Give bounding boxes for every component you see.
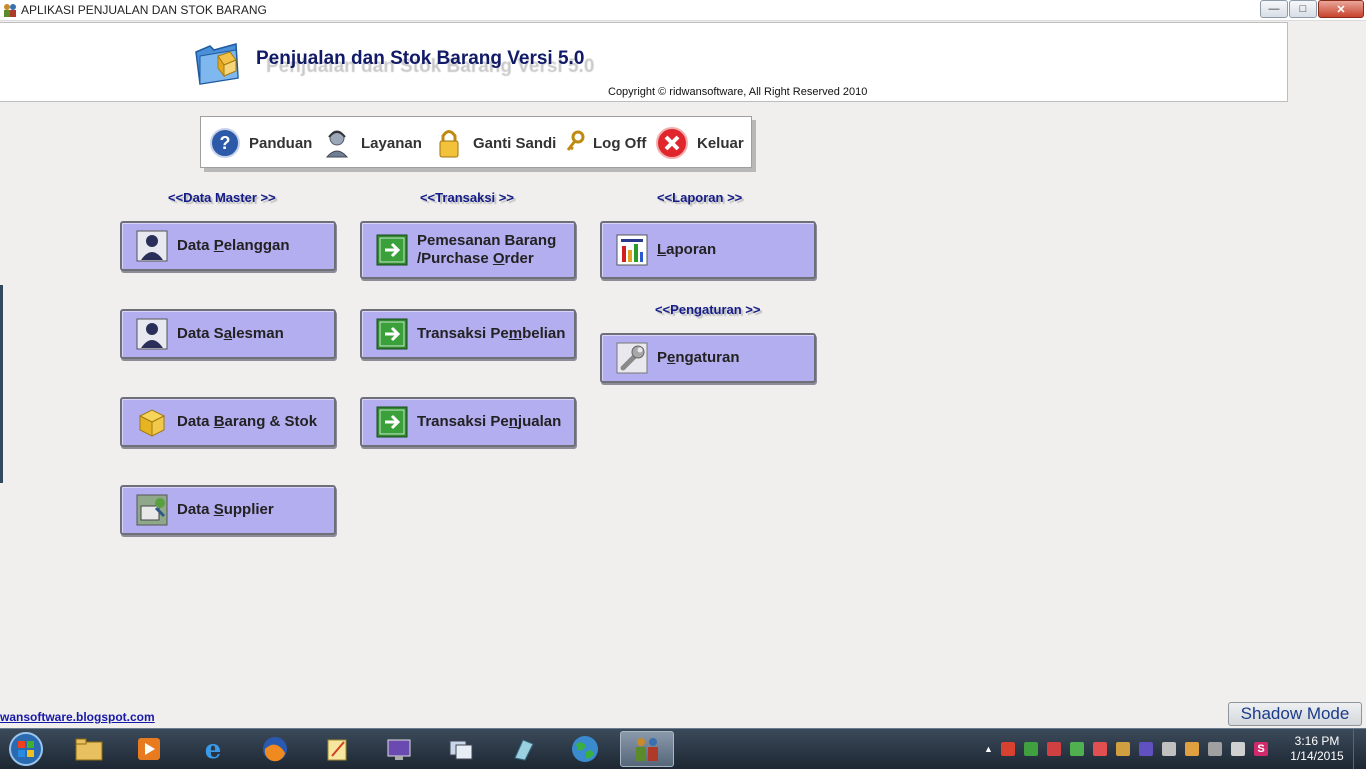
tray-app-icon[interactable] (1185, 742, 1199, 756)
data-supplier-label: Data Supplier (177, 501, 274, 518)
pengaturan-heading: <<Pengaturan >> (655, 302, 761, 317)
laporan-heading: <<Laporan >> (657, 190, 743, 205)
maximize-button[interactable]: □ (1289, 0, 1317, 18)
svg-text:?: ? (220, 133, 231, 153)
taskbar-globe-icon[interactable] (558, 731, 612, 767)
log-off-label: Log Off (593, 134, 647, 152)
title-bar: APLIKASI PENJUALAN DAN STOK BARANG — □ ✕ (0, 0, 1366, 21)
transaksi-pembelian-label: Transaksi Pembelian (417, 325, 566, 342)
taskbar-notes-icon[interactable] (310, 731, 364, 767)
taskbar-windows-icon[interactable] (434, 731, 488, 767)
arrow-right-icon (376, 318, 408, 350)
taskbar-presentation-icon[interactable] (372, 731, 426, 767)
data-salesman-label: Data Salesman (177, 325, 284, 342)
data-barang-stok-button[interactable]: Data Barang & Stok (120, 397, 336, 447)
ganti-sandi-label: Ganti Sandi (473, 134, 557, 152)
start-orb-icon[interactable] (6, 731, 46, 767)
close-icon (656, 127, 688, 159)
app-title: Penjualan dan Stok Barang Versi 5.0 (256, 48, 585, 69)
lock-icon (439, 130, 459, 158)
folder-logo-icon (195, 43, 239, 85)
close-button[interactable]: ✕ (1318, 0, 1364, 18)
transaksi-penjualan-button[interactable]: Transaksi Penjualan (360, 397, 576, 447)
help-icon: ? (210, 128, 240, 158)
tray-network-icon[interactable] (1162, 742, 1176, 756)
pemesanan-barang-label: Pemesanan Barang/Purchase Order (417, 232, 557, 267)
svg-text:e: e (205, 735, 222, 764)
window-controls: — □ ✕ (1259, 0, 1364, 18)
transaksi-penjualan-label: Transaksi Penjualan (417, 413, 562, 430)
salesman-icon (136, 318, 168, 350)
ganti-sandi-button[interactable]: Ganti Sandi (433, 127, 556, 159)
taskbar-firefox-icon[interactable] (248, 731, 302, 767)
tray-expand-icon[interactable]: ▲ (984, 742, 993, 756)
log-off-button[interactable]: Log Off (565, 127, 646, 159)
taskbar-ie-icon[interactable]: e (186, 731, 240, 767)
tray-shield-icon[interactable] (1093, 742, 1107, 756)
main-toolbar: ? Panduan Layanan Ganti Sandi Log Off Ke… (200, 116, 752, 168)
tray-power-icon[interactable] (1208, 742, 1222, 756)
taskbar-explorer-icon[interactable] (62, 731, 116, 767)
arrow-right-icon (376, 234, 408, 266)
report-chart-icon (616, 234, 648, 266)
layanan-button[interactable]: Layanan (321, 127, 422, 159)
app-icon (4, 4, 16, 17)
panduan-label: Panduan (249, 134, 313, 152)
pengaturan-button[interactable]: Pengaturan (600, 333, 816, 383)
tray-app-icon[interactable] (1001, 742, 1015, 756)
taskbar-app-icon[interactable] (496, 731, 550, 767)
tray-app-icon[interactable] (1116, 742, 1130, 756)
key-icon (566, 130, 585, 151)
clock-time: 3:16 PM (1294, 734, 1340, 748)
tray-app-icon[interactable] (1047, 742, 1061, 756)
person-icon (136, 230, 168, 262)
transaksi-heading: <<Transaksi >> (420, 190, 514, 205)
keluar-label: Keluar (697, 134, 744, 152)
support-icon (325, 130, 349, 158)
show-desktop-button[interactable] (1353, 729, 1366, 769)
box-icon (136, 406, 168, 438)
copyright-text: Copyright © ridwansoftware, All Right Re… (608, 86, 868, 98)
layanan-label: Layanan (361, 134, 422, 152)
panduan-button[interactable]: ? Panduan (209, 127, 312, 159)
supplier-icon (136, 494, 168, 526)
minimize-button[interactable]: — (1260, 0, 1288, 18)
wrench-icon (616, 342, 648, 374)
blog-link[interactable]: wansoftware.blogspot.com (0, 710, 155, 724)
pengaturan-label: Pengaturan (657, 349, 740, 366)
tray-app-icon[interactable] (1070, 742, 1084, 756)
transaksi-pembelian-button[interactable]: Transaksi Pembelian (360, 309, 576, 359)
tray-s-icon[interactable]: S (1254, 742, 1268, 756)
keluar-button[interactable]: Keluar (655, 127, 744, 159)
system-tray: ▲ S (984, 741, 1277, 757)
data-master-heading: <<Data Master >> (168, 190, 276, 205)
tray-bluetooth-icon[interactable] (1139, 742, 1153, 756)
left-edge-bar (0, 285, 3, 483)
taskbar-media-player-icon[interactable] (122, 731, 176, 767)
tray-volume-icon[interactable] (1231, 742, 1245, 756)
taskbar-penjualan-app-icon[interactable] (620, 731, 674, 767)
laporan-label: Laporan (657, 241, 717, 258)
shadow-mode-button[interactable]: Shadow Mode (1228, 702, 1362, 726)
clock-date: 1/14/2015 (1290, 749, 1344, 763)
data-supplier-button[interactable]: Data Supplier (120, 485, 336, 535)
tray-app-icon[interactable] (1024, 742, 1038, 756)
arrow-right-icon (376, 406, 408, 438)
taskbar-clock[interactable]: 3:16 PM 1/14/2015 (1284, 734, 1350, 764)
data-barang-stok-label: Data Barang & Stok (177, 413, 318, 430)
data-pelanggan-label: Data Pelanggan (177, 237, 290, 254)
pemesanan-barang-button[interactable]: Pemesanan Barang/Purchase Order (360, 221, 576, 279)
window-title: APLIKASI PENJUALAN DAN STOK BARANG (21, 3, 267, 17)
laporan-button[interactable]: Laporan (600, 221, 816, 279)
data-pelanggan-button[interactable]: Data Pelanggan (120, 221, 336, 271)
data-salesman-button[interactable]: Data Salesman (120, 309, 336, 359)
taskbar: e ▲ S 3:16 PM 1/14/2015 (0, 728, 1366, 769)
